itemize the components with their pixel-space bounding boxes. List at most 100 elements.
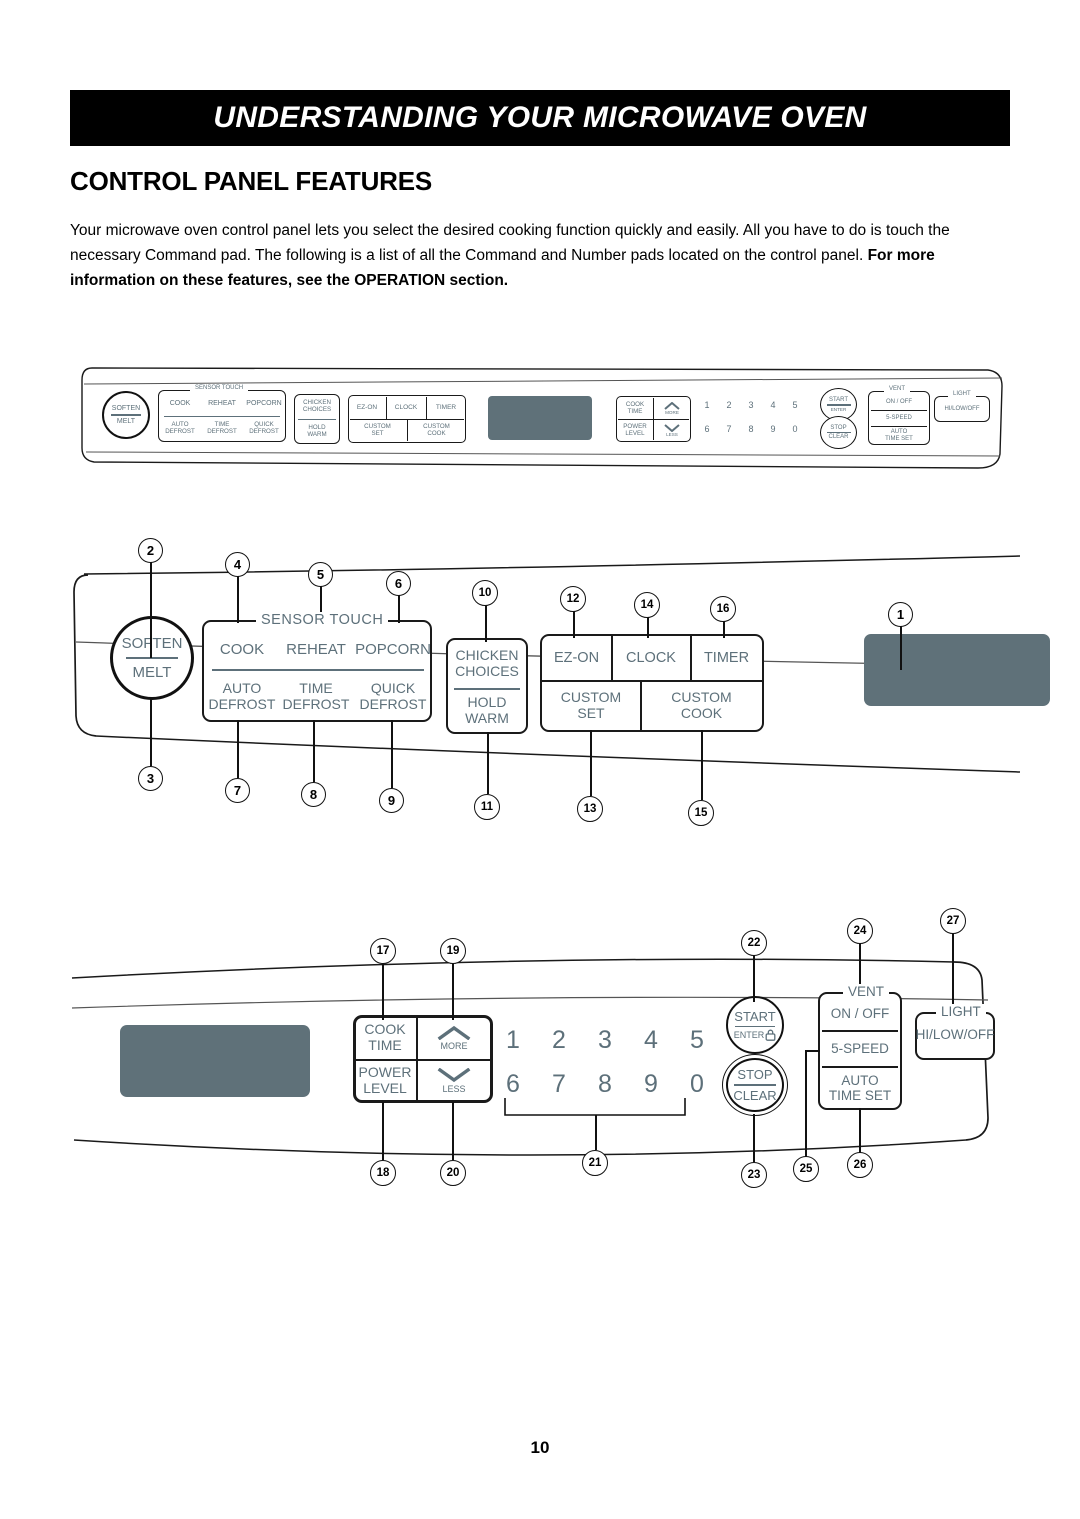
light-label-small: LIGHT [948,391,976,397]
popcorn-pad-small[interactable]: POPCORN [243,396,285,412]
cook-time-l2: TIME [368,1037,402,1053]
soften-label-small: SOFTEN [111,405,141,413]
numpad-key-2[interactable]: 2 [722,400,736,410]
light-hi-low-off-pad-small[interactable]: HI/LOW/OFF [934,400,990,418]
stop-clear-pad-small[interactable]: STOP CLEAR [820,416,857,449]
auto-defrost-pad[interactable]: AUTO DEFROST [206,678,278,716]
numpad-key-5[interactable]: 5 [788,400,802,410]
time-defrost-pad[interactable]: TIME DEFROST [276,678,356,716]
vent-auto-l1: AUTO [841,1072,879,1088]
numpad-key-3[interactable]: 3 [744,400,758,410]
lock-icon [765,1029,776,1042]
cook-pad-small[interactable]: COOK [160,396,200,412]
hold-l1: HOLD [467,694,507,711]
numpad-key-7[interactable]: 7 [722,424,736,434]
start-enter-pad[interactable]: START ENTER [726,996,784,1054]
numpad-key-9[interactable]: 9 [638,1070,664,1099]
custom-set-pad-small[interactable]: CUSTOM SET [349,420,406,441]
numpad-key-4[interactable]: 4 [638,1026,664,1055]
time-defrost-pad-small[interactable]: TIME DEFROST [201,419,243,439]
vent-5speed-pad-small[interactable]: 5-SPEED [868,411,930,426]
leader-24 [859,938,861,990]
numpad-key-8[interactable]: 8 [744,424,758,434]
hold-warm-pad-small[interactable]: HOLD WARM [294,421,340,442]
callout-14: 14 [634,592,660,618]
custom-cook-pad[interactable]: CUSTOM COOK [641,682,762,730]
numpad-key-2[interactable]: 2 [546,1026,572,1055]
less-pad[interactable]: LESS [418,1061,490,1101]
reheat-pad-small[interactable]: REHEAT [201,396,243,412]
quick-defrost-pad[interactable]: QUICK DEFROST [352,678,434,716]
callout-26: 26 [847,1152,873,1178]
leader-3 [150,698,152,766]
leader-9 [391,720,393,788]
numpad-key-5[interactable]: 5 [684,1026,710,1055]
popcorn-pad[interactable]: POPCORN [352,636,434,664]
vent-on-off-pad-small[interactable]: ON / OFF [868,395,930,410]
numpad-key-0[interactable]: 0 [684,1070,710,1099]
leader-27 [952,928,954,1010]
hold-l2: WARM [465,710,509,726]
cook-pad[interactable]: COOK [206,636,278,664]
leader-25 [805,1050,807,1158]
numpad-key-6[interactable]: 6 [700,424,714,434]
numpad-key-3[interactable]: 3 [592,1026,618,1055]
numpad-key-1[interactable]: 1 [500,1026,526,1055]
leader-6 [398,592,400,623]
auto-defrost-pad-small[interactable]: AUTO DEFROST [160,419,200,439]
callout-7: 7 [225,778,250,803]
light-hi-low-off-pad[interactable]: HI/LOW/OFF [915,1018,995,1052]
middle-diagram: SOFTEN MELT SENSOR TOUCH COOK REHEAT POP… [60,530,1050,830]
quick-defrost-pad-small[interactable]: QUICK DEFROST [243,419,285,439]
power-level-pad[interactable]: POWER LEVEL [355,1061,415,1101]
cook-time-pad[interactable]: COOK TIME [355,1018,415,1058]
ez-on-pad[interactable]: EZ-ON [542,638,611,678]
cook-time-pad-small[interactable]: COOK TIME [617,398,653,419]
clock-pad-small[interactable]: CLOCK [387,398,425,418]
custom-set-pad[interactable]: CUSTOM SET [542,682,640,730]
vent-on-off-pad[interactable]: ON / OFF [818,998,902,1030]
quick-defrost-l2-small: DEFROST [249,428,279,435]
power-level-l2: LEVEL [363,1080,407,1096]
callout-18: 18 [370,1160,396,1186]
timer-pad[interactable]: TIMER [691,638,762,678]
chicken-choices-pad-small[interactable]: CHICKEN CHOICES [294,396,340,418]
time-defrost-l2-small: DEFROST [207,428,237,435]
soften-label: SOFTEN [121,635,183,653]
numpad-key-9[interactable]: 9 [766,424,780,434]
custom-cook-pad-small[interactable]: CUSTOM COOK [408,420,465,441]
vent-5speed-pad[interactable]: 5-SPEED [818,1032,902,1066]
timer-pad-small[interactable]: TIMER [427,398,465,418]
callout-19: 19 [440,938,466,964]
chicken-choices-pad[interactable]: CHICKEN CHOICES [446,642,528,686]
power-level-pad-small[interactable]: POWER LEVEL [617,420,653,441]
numpad-key-6[interactable]: 6 [500,1070,526,1099]
less-pad-small[interactable]: LESS [655,420,689,441]
display-window [864,634,1050,706]
numpad-key-4[interactable]: 4 [766,400,780,410]
numpad-key-8[interactable]: 8 [592,1070,618,1099]
callout-9: 9 [379,788,404,813]
auto-defrost-l2: DEFROST [208,696,276,712]
custom-set-l2-small: SET [371,429,384,437]
vent-auto-time-set-pad-small[interactable]: AUTO TIME SET [868,427,930,444]
numpad-key-0[interactable]: 0 [788,424,802,434]
reheat-pad[interactable]: REHEAT [276,636,356,664]
soften-melt-pad-small[interactable]: SOFTEN MELT [102,391,150,439]
hold-warm-pad[interactable]: HOLD WARM [446,690,528,732]
numpad-key-7[interactable]: 7 [546,1070,572,1099]
soften-melt-pad[interactable]: SOFTEN MELT [110,616,194,700]
clock-pad[interactable]: CLOCK [612,638,690,678]
numpad-key-1[interactable]: 1 [700,400,714,410]
more-pad-small[interactable]: MORE [655,398,689,419]
ez-on-pad-small[interactable]: EZ-ON [348,398,386,418]
chicken-l2: CHOICES [455,663,519,679]
leader-21 [595,1115,597,1150]
vent-auto-time-set-pad[interactable]: AUTO TIME SET [818,1068,902,1108]
callout-15: 15 [688,800,714,826]
more-pad[interactable]: MORE [418,1018,490,1058]
stop-clear-pad[interactable]: STOP CLEAR [726,1058,784,1112]
callout-24: 24 [847,918,873,944]
time-defrost-l2: DEFROST [282,696,350,712]
time-defrost-l1: TIME [299,680,333,697]
